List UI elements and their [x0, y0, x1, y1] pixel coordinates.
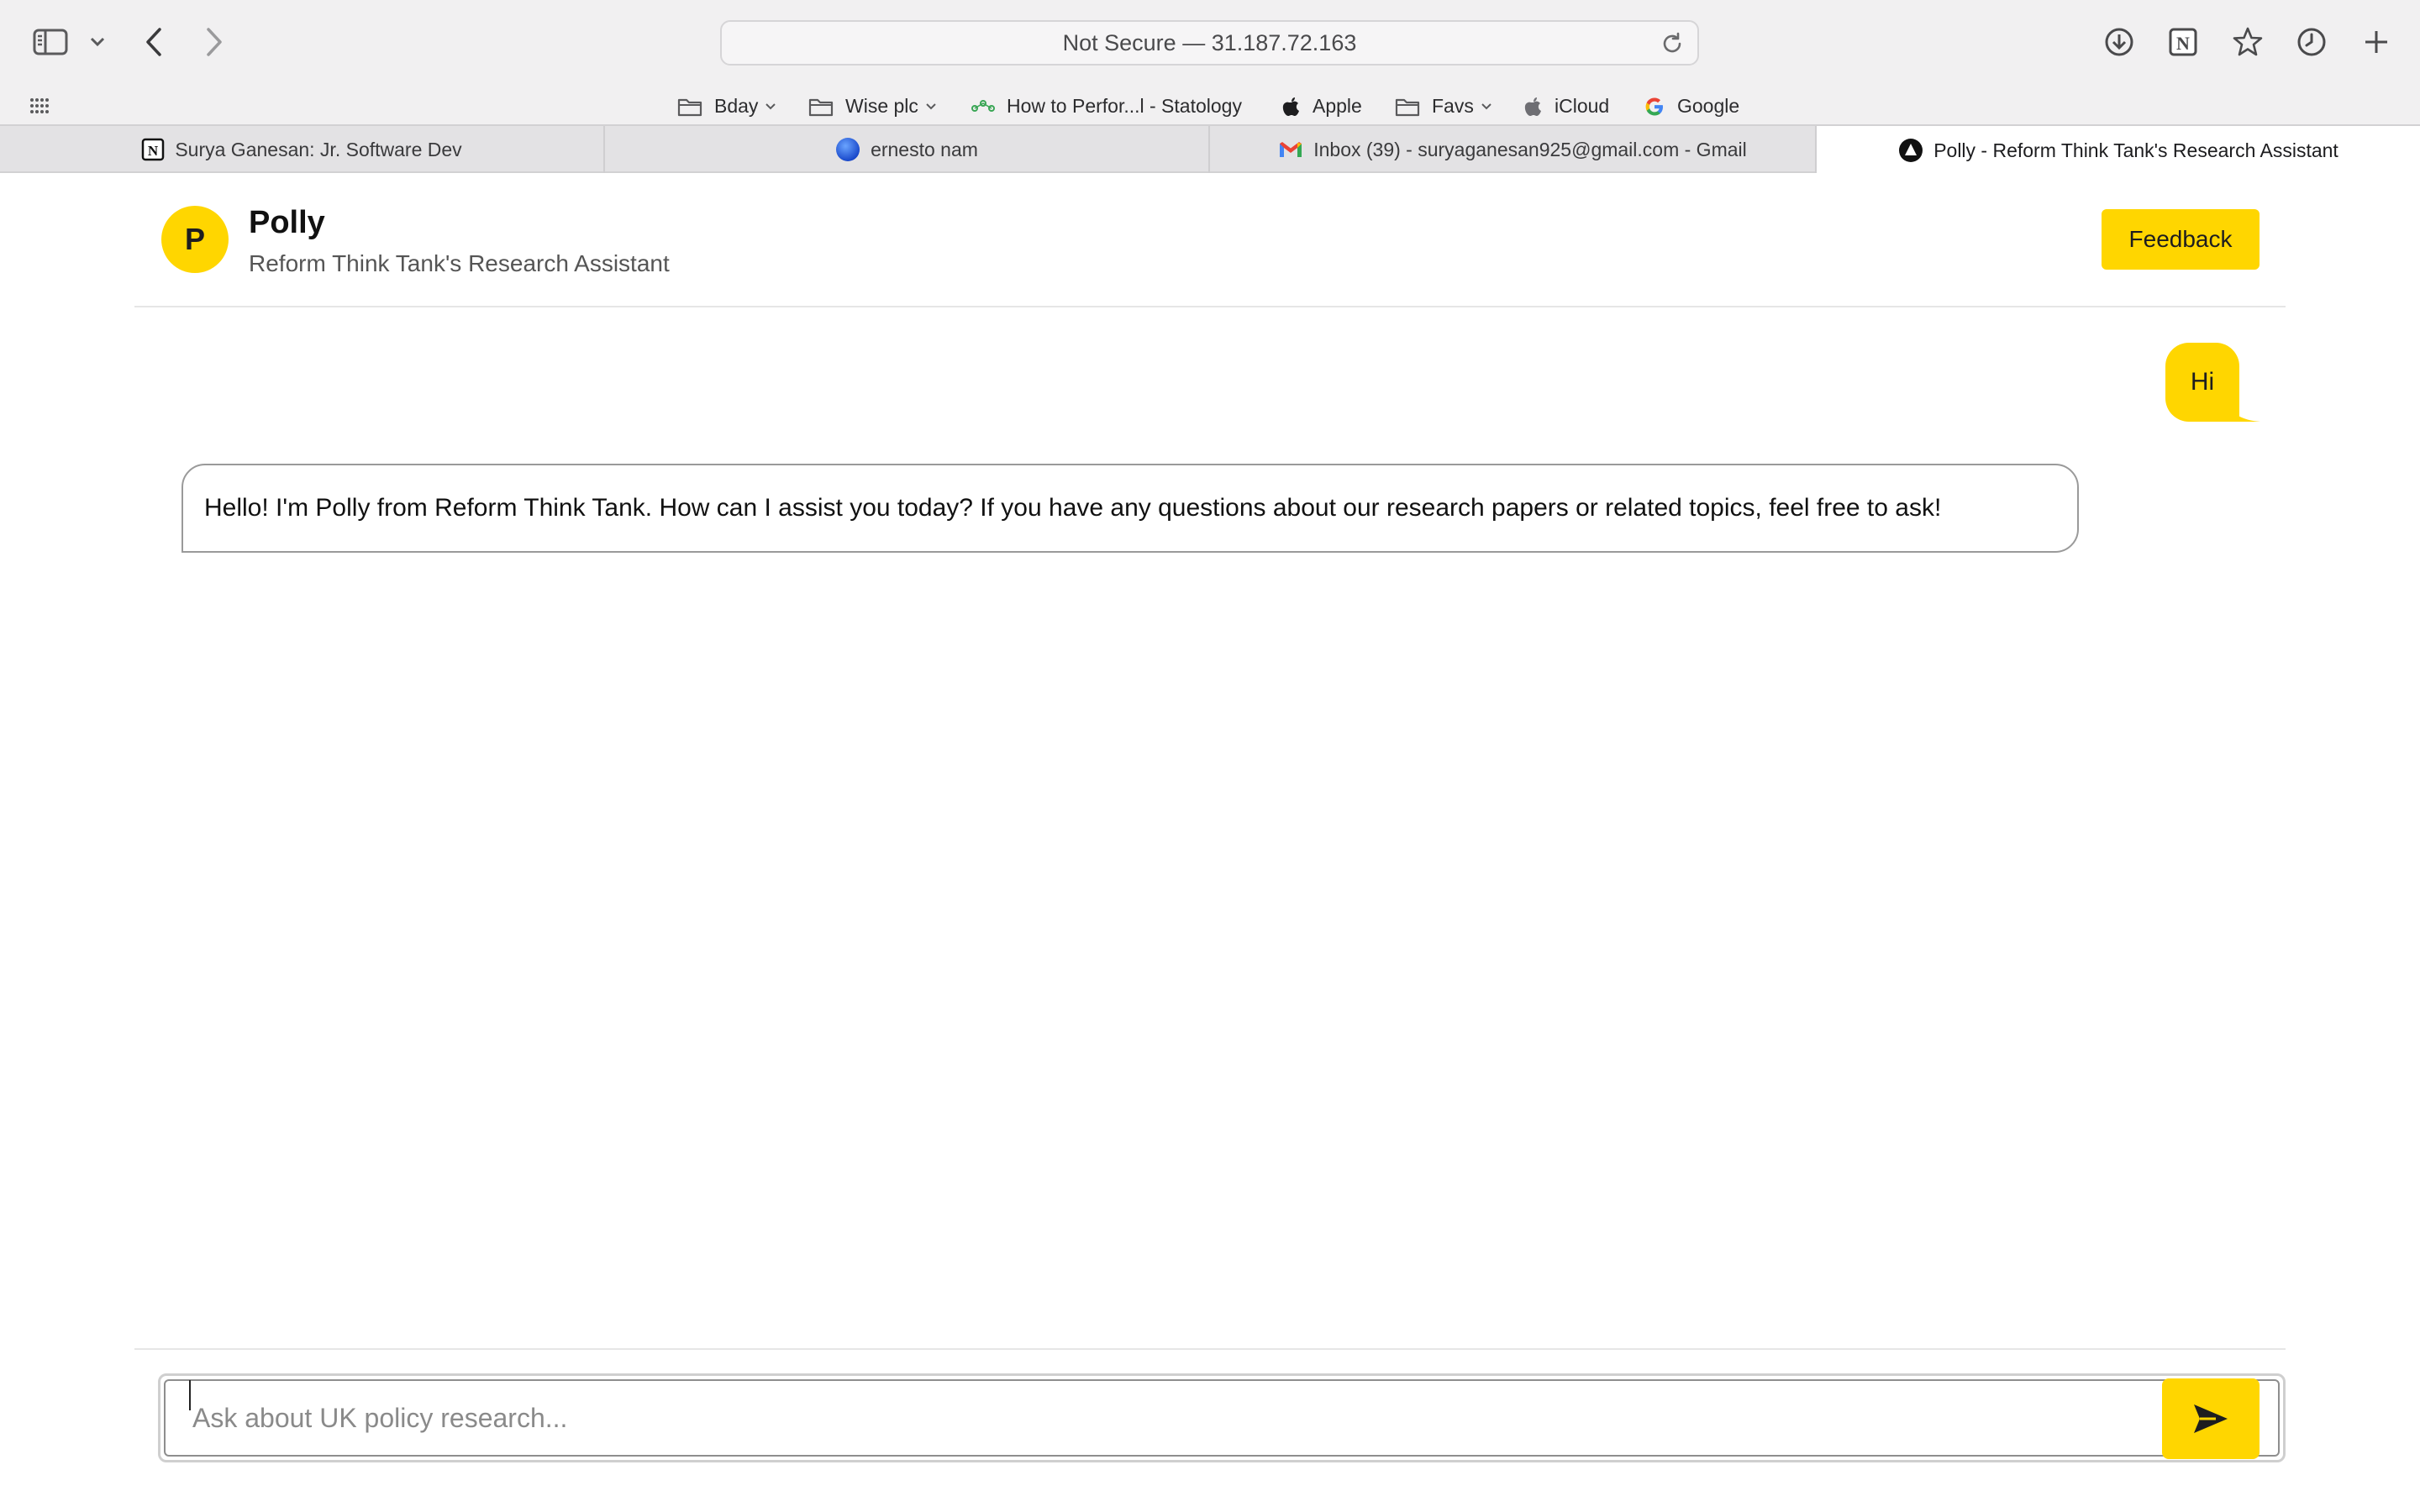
downloads-icon[interactable]: [2103, 26, 2135, 58]
bookmark-label: Favs: [1432, 95, 1474, 117]
address-bar[interactable]: Not Secure — 31.187.72.163: [720, 20, 1699, 66]
tab-label: Polly - Reform Think Tank's Research Ass…: [1933, 139, 2338, 161]
new-tab-icon[interactable]: [2360, 26, 2392, 58]
notion-extension-icon[interactable]: N: [2167, 26, 2199, 58]
back-icon[interactable]: [141, 25, 166, 59]
globe-icon: [835, 137, 860, 162]
bookmark-label: Google: [1677, 95, 1740, 117]
tab-polly[interactable]: Polly - Reform Think Tank's Research Ass…: [1817, 126, 2420, 175]
tab-label: Inbox (39) - suryaganesan925@gmail.com -…: [1313, 138, 1747, 160]
tab-ernesto[interactable]: ernesto nam: [605, 126, 1210, 173]
chevron-down-icon: [1481, 102, 1492, 111]
tab-group-chevron-icon[interactable]: [87, 34, 108, 50]
notion-icon: N: [141, 138, 165, 161]
assistant-message: Hello! I'm Polly from Reform Think Tank.…: [182, 464, 2079, 553]
apple-icon: [1524, 96, 1543, 118]
statology-icon: [971, 98, 995, 115]
tab-label: Surya Ganesan: Jr. Software Dev: [175, 138, 462, 160]
bookmark-label: iCloud: [1555, 95, 1610, 117]
tab-notion[interactable]: N Surya Ganesan: Jr. Software Dev: [0, 126, 605, 173]
tab-label: ernesto nam: [871, 138, 978, 160]
bookmark-label: How to Perfor...l - Statology: [1007, 95, 1242, 117]
send-icon: [2194, 1404, 2228, 1433]
sidebar-toggle-icon[interactable]: [32, 27, 69, 57]
reload-icon[interactable]: [1660, 32, 1684, 61]
apple-icon: [1282, 96, 1301, 118]
history-icon[interactable]: [2296, 26, 2328, 58]
google-icon: [1644, 96, 1665, 118]
chevron-down-icon: [765, 102, 776, 111]
feedback-button[interactable]: Feedback: [2102, 209, 2260, 270]
user-bubble-tail: [2227, 396, 2260, 422]
bookmark-label: Apple: [1313, 95, 1362, 117]
bookmark-statology[interactable]: How to Perfor...l - Statology: [971, 87, 1242, 126]
bookmark-bday[interactable]: Bday: [677, 87, 776, 126]
chat-messages: Hi Hello! I'm Polly from Reform Think Ta…: [134, 309, 2286, 1347]
bookmark-label: Bday: [714, 95, 759, 117]
avatar: P: [161, 206, 229, 273]
send-button[interactable]: [2162, 1378, 2260, 1459]
tab-gmail[interactable]: Inbox (39) - suryaganesan925@gmail.com -…: [1210, 126, 1817, 173]
page-subtitle: Reform Think Tank's Research Assistant: [249, 250, 670, 276]
svg-text:N: N: [148, 143, 159, 159]
apps-grid-icon[interactable]: [27, 93, 52, 118]
polly-icon: [1898, 138, 1923, 163]
svg-text:N: N: [2176, 33, 2190, 54]
bookmark-google[interactable]: Google: [1644, 87, 1739, 126]
folder-icon: [677, 97, 702, 117]
bookmarks-bar: Bday Wise plc How to Perfor...l - Statol…: [0, 87, 2420, 126]
bookmark-favs[interactable]: Favs: [1395, 87, 1492, 126]
chevron-down-icon: [925, 102, 937, 111]
chat-input-wrapper: [158, 1373, 2286, 1462]
bookmark-apple[interactable]: Apple: [1282, 87, 1362, 126]
bookmark-star-icon[interactable]: [2231, 25, 2265, 59]
forward-icon[interactable]: [202, 25, 227, 59]
folder-icon: [808, 97, 834, 117]
folder-icon: [1395, 97, 1420, 117]
app-header: P Polly Reform Think Tank's Research Ass…: [134, 173, 2286, 307]
address-text: Not Secure — 31.187.72.163: [1062, 29, 1357, 55]
tab-bar: N Surya Ganesan: Jr. Software Dev ernest…: [0, 126, 2420, 175]
gmail-icon: [1278, 140, 1303, 159]
chat-input[interactable]: [164, 1379, 2280, 1457]
page-title: Polly: [249, 205, 325, 240]
text-caret: [189, 1380, 191, 1410]
chat-composer: [134, 1348, 2286, 1512]
bookmark-wise-plc[interactable]: Wise plc: [808, 87, 937, 126]
bookmark-icloud[interactable]: iCloud: [1524, 87, 1609, 126]
browser-toolbar: Not Secure — 31.187.72.163 N: [0, 0, 2420, 87]
bookmark-label: Wise plc: [845, 95, 918, 117]
